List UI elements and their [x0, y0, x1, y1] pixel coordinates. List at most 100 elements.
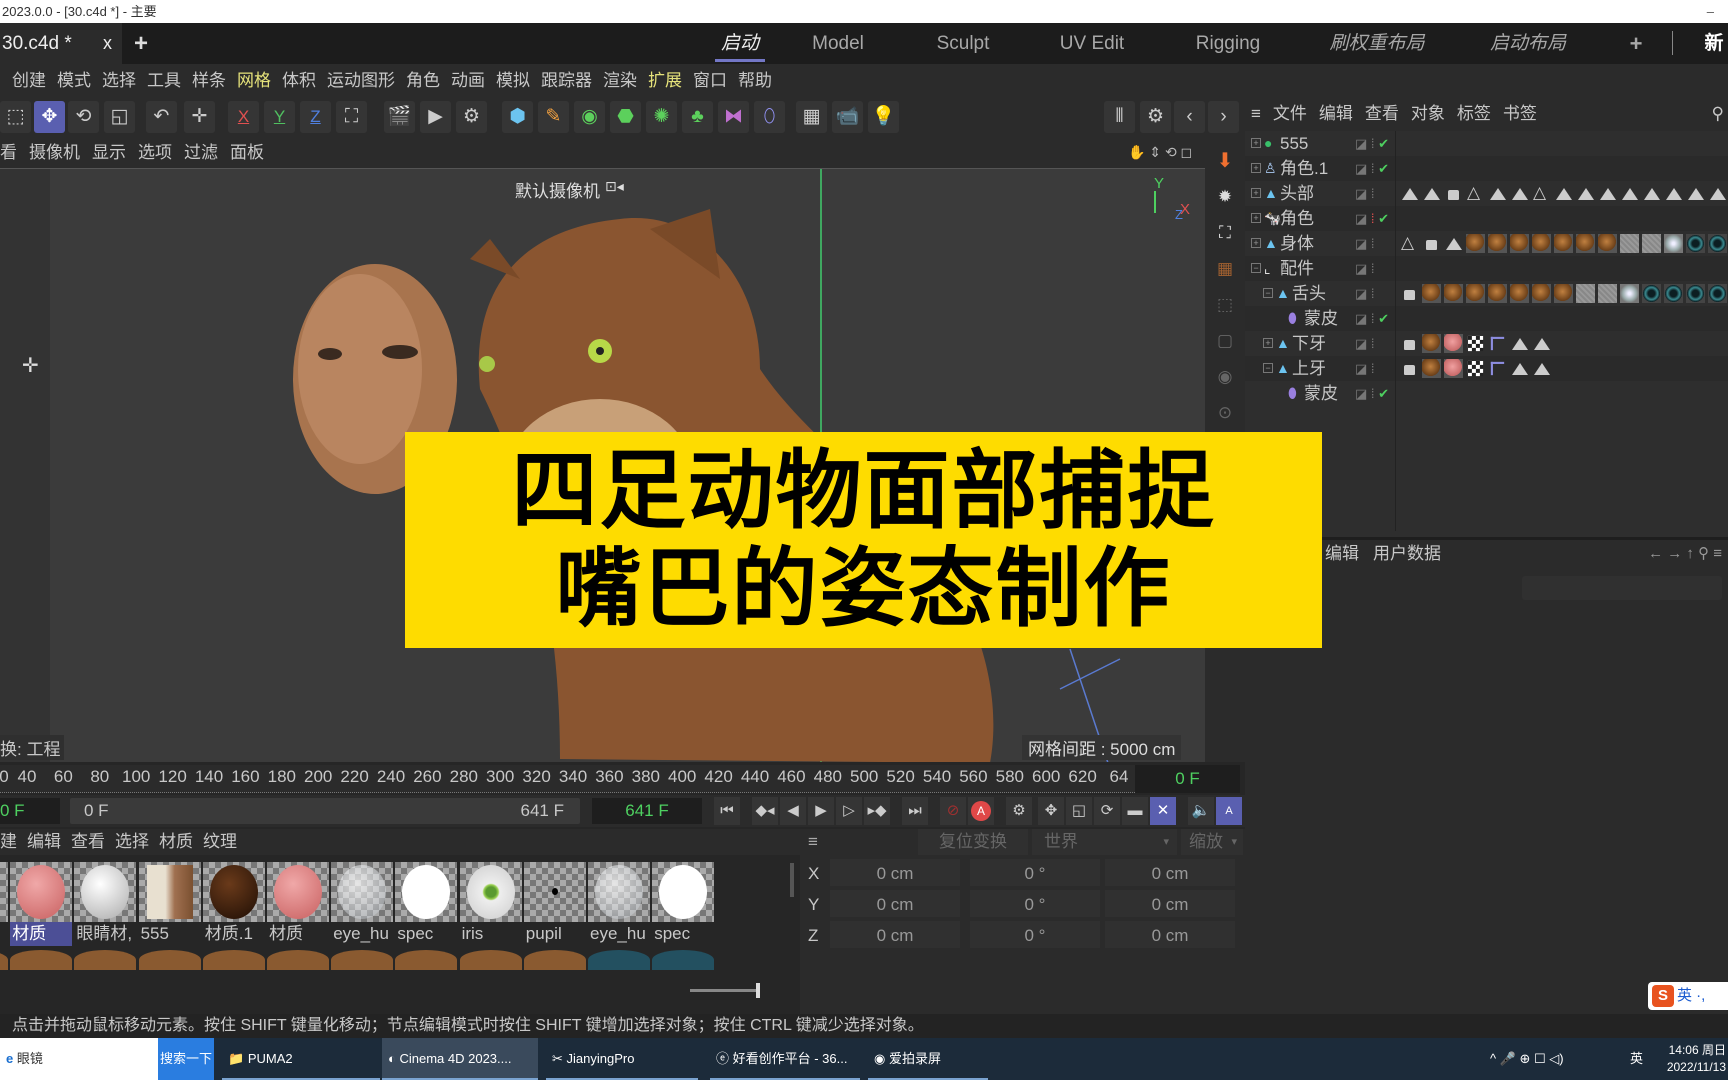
material-swatch[interactable]: , 555 [0, 862, 8, 950]
material-menu-item-5[interactable]: 纹理 [203, 832, 237, 851]
taskbar-app[interactable]: ◐ Cinema 4D 2023.... [382, 1038, 538, 1080]
visibility-dots-icon[interactable]: ⁞ [1367, 286, 1375, 301]
grid-icon[interactable]: ▦ [1213, 257, 1237, 281]
menu-item-13[interactable]: 扩展 [648, 71, 682, 90]
expand-toggle[interactable]: + [1251, 138, 1261, 148]
material-scrollbar[interactable] [790, 863, 794, 897]
zoom-slider-handle[interactable] [756, 983, 760, 998]
transform-icon[interactable]: ✛ [184, 101, 215, 133]
render-picture-icon[interactable]: ▶ [420, 101, 451, 133]
material-swatch-row2[interactable] [523, 950, 586, 970]
material-swatch-row2[interactable] [652, 950, 715, 970]
hamburger-icon[interactable]: ≡ [808, 829, 818, 855]
object-flags[interactable]: ◪ ⁞ ✔ [1355, 306, 1389, 331]
visibility-dots-icon[interactable]: ⁞ [1367, 236, 1375, 251]
material-swatch[interactable]: pupil [523, 862, 586, 950]
material-swatch[interactable]: 材质.1 [202, 862, 265, 950]
menu-item-8[interactable]: 角色 [406, 71, 440, 90]
close-tab-icon[interactable]: x [103, 23, 112, 64]
material-swatch-row2[interactable] [331, 950, 394, 970]
object-row[interactable]: ⬮ 蒙皮 ◪ ⁞ ✔ [1245, 306, 1728, 331]
search-icon[interactable]: ⚲ [1712, 97, 1724, 131]
coordinate-pos-field[interactable]: 0 cm [830, 921, 960, 948]
material-swatch-row2[interactable] [74, 950, 137, 970]
tri-tag-icon[interactable] [1576, 184, 1595, 203]
viewport-menu-item-0[interactable]: 看 [0, 143, 17, 162]
floor-icon[interactable]: ▦ [796, 101, 827, 133]
rotate-icon[interactable]: ⟲ [68, 101, 99, 133]
settings-icon[interactable]: ⚙ [1140, 101, 1171, 133]
mat-brown-tag-icon[interactable] [1598, 234, 1617, 253]
mat-brown-tag-icon[interactable] [1510, 234, 1529, 253]
object-row[interactable]: + ▲ 身体 ◪ ⁞ [1245, 230, 1728, 256]
object-row[interactable]: + ● 555 ◪ ⁞ ✔ [1245, 131, 1728, 156]
material-menu-item-0[interactable]: 建 [0, 832, 17, 851]
lock-tag-icon[interactable] [1400, 334, 1419, 353]
key-param-icon[interactable]: ▬ [1122, 797, 1148, 825]
object-row[interactable]: ⬮ 蒙皮 ◪ ⁞ ✔ [1245, 381, 1728, 406]
lock-tag-icon[interactable] [1422, 234, 1441, 253]
mat-grey-tag-icon[interactable] [1620, 234, 1639, 253]
visibility-dots-icon[interactable]: ⁞ [1367, 311, 1375, 326]
checker-tag-icon[interactable] [1467, 335, 1484, 352]
keyframe-settings-icon[interactable]: ⚙ [1006, 797, 1032, 825]
clock[interactable]: 14:06 周日 2022/11/13 [1656, 1042, 1726, 1076]
uv-mode-icon[interactable]: ⊙ [1213, 401, 1237, 425]
object-flags[interactable]: ◪ ⁞ ✔ [1355, 206, 1389, 231]
forward-icon[interactable]: › [1208, 101, 1239, 133]
undo-icon[interactable]: ↶ [146, 101, 177, 133]
layer-toggle-icon[interactable]: ◪ [1355, 136, 1367, 151]
ime-indicator[interactable]: S英 ·, [1648, 982, 1728, 1010]
mograph-icon[interactable]: ♣ [682, 101, 713, 133]
current-frame-field[interactable]: 0 F [1135, 765, 1240, 793]
play-icon[interactable]: ▶ [808, 797, 834, 825]
zoom-slider[interactable] [690, 989, 760, 992]
material-swatch-row2[interactable] [267, 950, 329, 970]
object-flags[interactable]: ◪ ⁞ [1355, 356, 1375, 381]
mat-glass-tag-icon[interactable] [1620, 284, 1639, 303]
enabled-check-icon[interactable]: ✔ [1375, 386, 1389, 401]
object-flags[interactable]: ◪ ⁞ [1355, 181, 1375, 206]
object-row[interactable]: − ▲ 舌头 ◪ ⁞ [1245, 281, 1728, 306]
viewport-menu-item-4[interactable]: 过滤 [184, 143, 218, 162]
tri-tag-icon[interactable] [1708, 184, 1727, 203]
object-menu-item-2[interactable]: 查看 [1365, 104, 1399, 123]
mat-eye-tag-icon[interactable] [1642, 284, 1661, 303]
tri-tag-icon[interactable] [1510, 359, 1529, 378]
cloner-icon[interactable]: ✺ [646, 101, 677, 133]
axis-y-icon[interactable]: Y [264, 101, 295, 133]
tri-tag-icon[interactable] [1642, 184, 1661, 203]
tri-tag-icon[interactable] [1532, 334, 1551, 353]
lock-tag-icon[interactable] [1400, 359, 1419, 378]
material-swatch-row2[interactable] [138, 950, 201, 970]
box-select-icon[interactable]: ⬚ [0, 101, 31, 133]
menu-item-14[interactable]: 窗口 [693, 71, 727, 90]
attribute-nav-icons[interactable]: ← → ↑ ⚲ ≡ [1648, 540, 1722, 568]
axis-x-icon[interactable]: X [228, 101, 259, 133]
visibility-dots-icon[interactable]: ⁞ [1367, 336, 1375, 351]
enabled-check-icon[interactable]: ✔ [1375, 161, 1389, 176]
object-menu-item-5[interactable]: 书签 [1503, 104, 1537, 123]
object-row[interactable]: + ▲ 下牙 ◪ ⁞ [1245, 331, 1728, 356]
material-swatch-row2[interactable] [395, 950, 458, 970]
layer-toggle-icon[interactable]: ◪ [1355, 311, 1367, 326]
menu-item-3[interactable]: 工具 [147, 71, 181, 90]
next-key-icon[interactable]: ▸◆ [864, 797, 890, 825]
viewport-menu-item-2[interactable]: 显示 [92, 143, 126, 162]
back-icon[interactable]: ‹ [1174, 101, 1205, 133]
tri-tag-icon[interactable] [1488, 184, 1507, 203]
expand-toggle[interactable]: − [1251, 263, 1261, 273]
mat-pink-tag-icon[interactable] [1444, 359, 1463, 378]
tri-tag-icon[interactable] [1400, 184, 1419, 203]
material-swatch-row2[interactable] [0, 950, 8, 970]
layout-tab-4[interactable]: Rigging [1196, 23, 1260, 64]
material-swatch[interactable]: spec [652, 862, 715, 950]
visibility-dots-icon[interactable]: ⁞ [1367, 386, 1375, 401]
viewport-menu-item-3[interactable]: 选项 [138, 143, 172, 162]
layout-tab-3[interactable]: UV Edit [1060, 23, 1124, 64]
end-frame-field[interactable]: 641 F [592, 798, 702, 824]
mat-brown-tag-icon[interactable] [1532, 234, 1551, 253]
object-flags[interactable]: ◪ ⁞ [1355, 256, 1375, 281]
tri-tag-icon[interactable] [1510, 334, 1529, 353]
mat-brown-tag-icon[interactable] [1422, 334, 1441, 353]
